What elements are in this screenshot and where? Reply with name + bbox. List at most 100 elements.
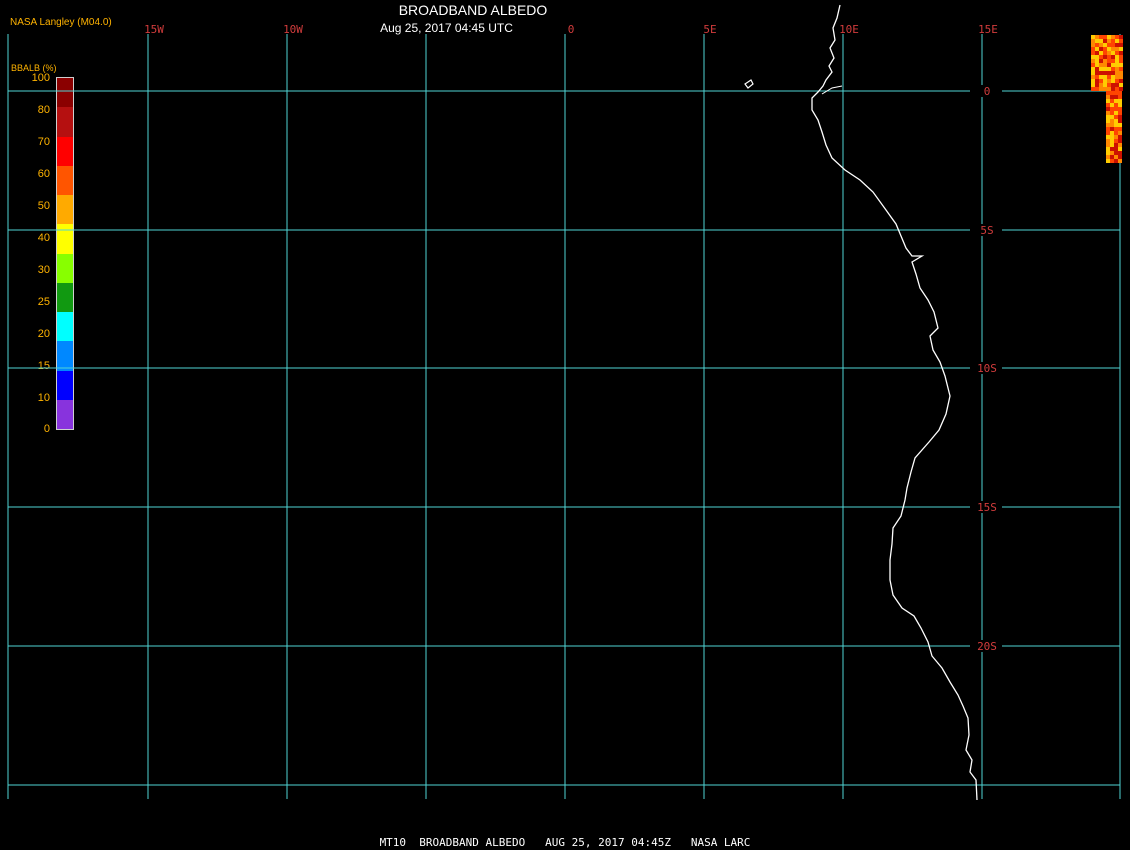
cloud-pixel	[1106, 159, 1110, 163]
cloud-pixel	[1115, 87, 1119, 91]
cloud-pixel	[1110, 103, 1114, 107]
cloud-pixel	[1114, 107, 1118, 111]
cloud-pixel	[1118, 99, 1122, 103]
cloud-pixel	[1095, 83, 1099, 87]
cloud-pixel	[1107, 59, 1111, 63]
cloud-pixel	[1118, 143, 1122, 147]
cloud-pixel	[1107, 83, 1111, 87]
cloud-pixel	[1118, 135, 1122, 139]
cloud-pixel	[1106, 139, 1110, 143]
cloud-pixel	[1111, 35, 1115, 39]
cloud-pixel	[1119, 43, 1123, 47]
cloud-pixel	[1119, 51, 1123, 55]
cloud-pixel	[1110, 143, 1114, 147]
cloud-pixel	[1110, 155, 1114, 159]
cloud-pixel	[1091, 67, 1095, 71]
cloud-pixel	[1114, 91, 1118, 95]
cloud-pixel	[1099, 43, 1103, 47]
cloud-pixel	[1118, 155, 1122, 159]
cloud-pixel	[1106, 143, 1110, 147]
cloud-pixel	[1095, 35, 1099, 39]
cloud-pixel	[1095, 47, 1099, 51]
cloud-pixel	[1111, 63, 1115, 67]
cloud-pixel	[1114, 159, 1118, 163]
cloud-pixel	[1095, 43, 1099, 47]
cloud-pixel	[1107, 79, 1111, 83]
cloud-pixel	[1118, 131, 1122, 135]
latitude-label: 20S	[977, 640, 997, 653]
cloud-pixel	[1111, 51, 1115, 55]
cloud-pixel	[1119, 71, 1123, 75]
cloud-pixel	[1091, 87, 1095, 91]
cloud-pixel	[1103, 67, 1107, 71]
cloud-pixel	[1119, 39, 1123, 43]
cloud-pixel	[1099, 59, 1103, 63]
cloud-pixel	[1114, 103, 1118, 107]
cloud-pixel	[1106, 135, 1110, 139]
cloud-pixel	[1091, 71, 1095, 75]
cloud-pixel	[1106, 95, 1110, 99]
cloud-pixel	[1118, 107, 1122, 111]
cloud-pixel	[1099, 55, 1103, 59]
cloud-pixel	[1095, 39, 1099, 43]
cloud-pixel	[1107, 51, 1111, 55]
cloud-pixel	[1091, 59, 1095, 63]
cloud-pixel	[1110, 147, 1114, 151]
cloud-pixel	[1091, 75, 1095, 79]
cloud-pixel	[1099, 63, 1103, 67]
cloud-pixel	[1099, 87, 1103, 91]
cloud-pixel	[1095, 87, 1099, 91]
cloud-pixel	[1115, 67, 1119, 71]
cloud-pixel	[1115, 39, 1119, 43]
cloud-pixel	[1114, 99, 1118, 103]
cloud-pixel	[1114, 131, 1118, 135]
cloud-pixel	[1115, 51, 1119, 55]
cloud-pixel	[1099, 51, 1103, 55]
cloud-pixel	[1107, 67, 1111, 71]
cloud-pixel	[1118, 111, 1122, 115]
cloud-pixel	[1110, 151, 1114, 155]
cloud-pixel	[1119, 87, 1123, 91]
cloud-pixel	[1111, 67, 1115, 71]
cloud-pixel	[1110, 107, 1114, 111]
cloud-pixel	[1103, 47, 1107, 51]
cloud-pixel	[1106, 151, 1110, 155]
cloud-pixel	[1103, 83, 1107, 87]
cloud-pixel	[1095, 63, 1099, 67]
cloud-pixel	[1106, 147, 1110, 151]
cloud-pixel	[1110, 115, 1114, 119]
longitude-label: 15W	[144, 23, 164, 36]
cloud-pixel	[1107, 63, 1111, 67]
cloud-pixel	[1114, 119, 1118, 123]
cloud-pixel	[1119, 63, 1123, 67]
cloud-pixel	[1118, 159, 1122, 163]
cloud-pixel	[1115, 47, 1119, 51]
cloud-pixel	[1110, 111, 1114, 115]
cloud-pixel	[1118, 123, 1122, 127]
african-coastline	[811, 4, 978, 801]
cloud-pixel	[1110, 159, 1114, 163]
cloud-pixel	[1118, 127, 1122, 131]
graticule	[7, 34, 1121, 799]
cloud-pixel	[1103, 59, 1107, 63]
cloud-pixel	[1095, 51, 1099, 55]
cloud-pixel	[1103, 75, 1107, 79]
latitude-label: 15S	[977, 501, 997, 514]
cloud-pixel	[1115, 71, 1119, 75]
cloud-pixel	[1107, 75, 1111, 79]
cloud-pixel	[1115, 63, 1119, 67]
cloud-pixel	[1115, 43, 1119, 47]
cloud-pixel	[1115, 83, 1119, 87]
cloud-pixel	[1114, 135, 1118, 139]
cloud-pixel	[1107, 43, 1111, 47]
cloud-pixel	[1107, 35, 1111, 39]
cloud-pixel	[1091, 83, 1095, 87]
cloud-pixel	[1099, 79, 1103, 83]
cloud-pixel	[1099, 35, 1103, 39]
cloud-pixel	[1114, 115, 1118, 119]
cloud-pixel	[1114, 143, 1118, 147]
cloud-pixel	[1111, 47, 1115, 51]
cloud-pixel	[1091, 47, 1095, 51]
cloud-pixel	[1095, 71, 1099, 75]
cloud-albedo-patches	[1091, 35, 1123, 163]
